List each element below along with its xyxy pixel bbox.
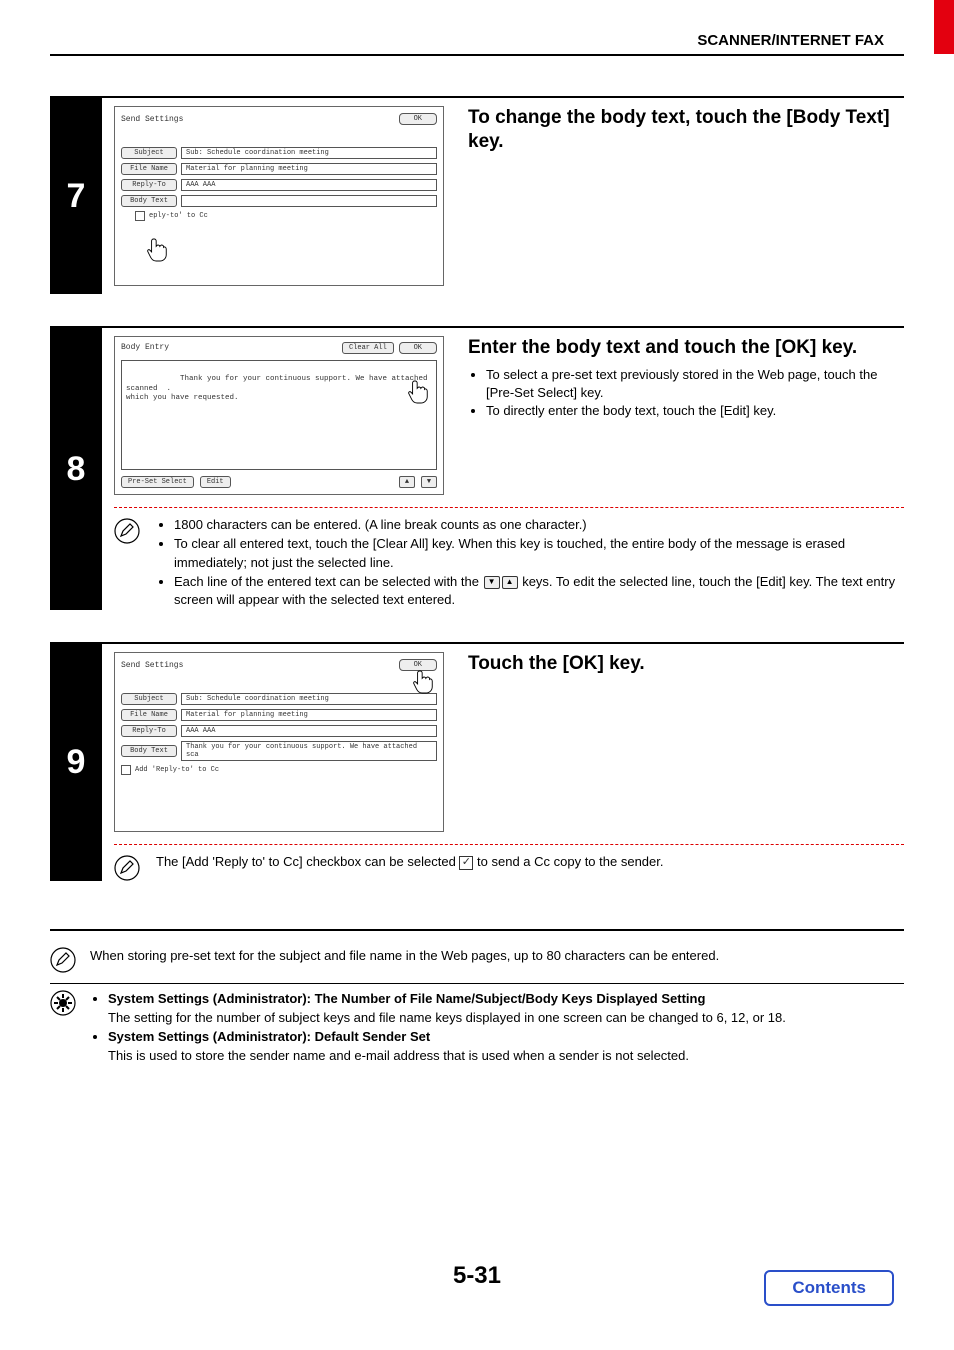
footer-pencil-text: When storing pre-set text for the subjec… — [90, 947, 719, 966]
mock-replyto-btn[interactable]: Reply-To — [121, 179, 177, 191]
step-8-bullets: To select a pre-set text previously stor… — [468, 366, 904, 421]
mock-clearall-btn[interactable]: Clear All — [342, 342, 394, 354]
footer-gear-item: System Settings (Administrator): The Num… — [108, 990, 786, 1028]
dashed-separator — [114, 844, 904, 845]
mock-replyto-btn[interactable]: Reply-To — [121, 725, 177, 737]
note-bullet: 1800 characters can be entered. (A line … — [174, 516, 904, 535]
mock-cc-checkbox[interactable] — [135, 211, 145, 221]
down-arrow-icon: ▼ — [484, 576, 500, 589]
step-number: 9 — [50, 644, 102, 881]
mock-replyto-val: AAA AAA — [181, 179, 437, 191]
step-7-instruction: To change the body text, touch the [Body… — [468, 106, 904, 154]
mock-subject-val: Sub: Schedule coordination meeting — [181, 693, 437, 705]
mock-send-settings-7: Send Settings OK Subject Sub: Schedule c… — [114, 106, 444, 286]
mock-ok-btn[interactable]: OK — [399, 113, 437, 125]
note-text: to send a Cc copy to the sender. — [477, 854, 663, 869]
footer-gear-item: System Settings (Administrator): Default… — [108, 1028, 786, 1066]
step-number: 7 — [50, 98, 102, 294]
mock-preset-btn[interactable]: Pre-Set Select — [121, 476, 194, 488]
mock-bodytext-val: Thank you for your continuous support. W… — [181, 741, 437, 761]
mock-ok-btn[interactable]: OK — [399, 659, 437, 671]
mock-title: Body Entry — [121, 343, 169, 352]
mock-title: Send Settings — [121, 661, 183, 670]
pencil-note-icon — [114, 518, 140, 544]
mock-subject-btn[interactable]: Subject — [121, 693, 177, 705]
step-9: 9 Send Settings OK Subject Sub: Schedule… — [50, 642, 904, 881]
footer-notes: When storing pre-set text for the subjec… — [50, 929, 904, 1075]
contents-button[interactable]: Contents — [764, 1270, 894, 1306]
mock-filename-val: Material for planning meeting — [181, 163, 437, 175]
mock-replyto-val: AAA AAA — [181, 725, 437, 737]
mock-filename-btn[interactable]: File Name — [121, 709, 177, 721]
hand-cursor-icon — [147, 237, 169, 263]
mock-cc-label: Add 'Reply-to' to Cc — [135, 766, 219, 774]
checked-checkbox-icon: ✓ — [459, 856, 473, 870]
step-9-instruction: Touch the [OK] key. — [468, 652, 904, 676]
gear-note-icon — [50, 990, 76, 1016]
step-8: 8 Body Entry Clear All OK Thank you for … — [50, 326, 904, 610]
mock-down-arrow-btn[interactable]: ▼ — [421, 476, 437, 488]
mock-filename-btn[interactable]: File Name — [121, 163, 177, 175]
note-bullet: To clear all entered text, touch the [Cl… — [174, 535, 904, 573]
chapter-tab — [934, 0, 954, 54]
mock-subject-btn[interactable]: Subject — [121, 147, 177, 159]
mock-filename-val: Material for planning meeting — [181, 709, 437, 721]
note-bullet: Each line of the entered text can be sel… — [174, 573, 904, 611]
step-8-instruction: Enter the body text and touch the [OK] k… — [468, 336, 904, 360]
mock-body-textarea[interactable]: Thank you for your continuous support. W… — [121, 360, 437, 470]
mock-cc-label: eply-to' to Cc — [149, 212, 208, 220]
up-arrow-icon: ▲ — [502, 576, 518, 589]
pencil-note-icon — [50, 947, 76, 973]
mock-cc-checkbox[interactable] — [121, 765, 131, 775]
mock-body-entry: Body Entry Clear All OK Thank you for yo… — [114, 336, 444, 495]
mock-bodytext-btn[interactable]: Body Text — [121, 745, 177, 757]
step-8-note: 1800 characters can be entered. (A line … — [102, 516, 904, 610]
page-header: SCANNER/INTERNET FAX — [697, 32, 884, 49]
note-text: The [Add 'Reply to' to Cc] checkbox can … — [156, 854, 459, 869]
dashed-separator — [114, 507, 904, 508]
mock-ok-btn[interactable]: OK — [399, 342, 437, 354]
step-9-note: The [Add 'Reply to' to Cc] checkbox can … — [102, 853, 904, 881]
mock-bodytext-btn[interactable]: Body Text — [121, 195, 177, 207]
pencil-note-icon — [114, 855, 140, 881]
step-number: 8 — [50, 328, 102, 610]
mock-up-arrow-btn[interactable]: ▲ — [399, 476, 415, 488]
mock-title: Send Settings — [121, 115, 183, 124]
mock-bodytext-val — [181, 195, 437, 207]
header-rule — [50, 54, 904, 56]
mock-edit-btn[interactable]: Edit — [200, 476, 231, 488]
mock-send-settings-9: Send Settings OK Subject Sub: Schedule c… — [114, 652, 444, 832]
mock-subject-val: Sub: Schedule coordination meeting — [181, 147, 437, 159]
step-7: 7 Send Settings OK Subject Sub: Schedule… — [50, 96, 904, 294]
